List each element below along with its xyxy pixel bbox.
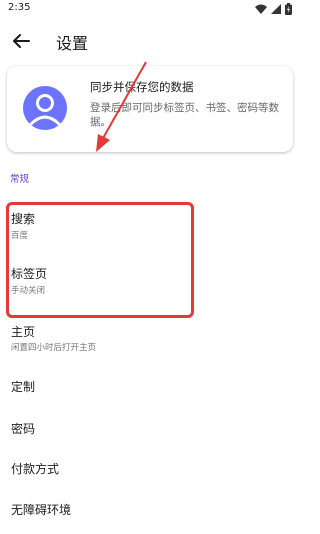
account-sync-card[interactable]: 同步并保存您的数据 登录后即可同步标签页、书签、密码等数据。 xyxy=(7,66,293,152)
item-label: 付款方式 xyxy=(11,462,60,476)
item-label: 无障碍环境 xyxy=(11,503,72,517)
section-header-general: 常规 xyxy=(10,174,30,185)
back-button[interactable] xyxy=(10,30,32,52)
item-label: 密码 xyxy=(11,422,36,436)
app-bar: 设置 xyxy=(0,22,300,60)
back-arrow-icon xyxy=(13,34,30,48)
status-bar: 2:35 xyxy=(0,0,300,20)
wifi-icon xyxy=(255,4,267,14)
card-description: 登录后即可同步标签页、书签、密码等数据。 xyxy=(90,102,279,128)
page-title: 设置 xyxy=(56,34,89,53)
avatar-icon xyxy=(23,86,67,130)
settings-item-passwords[interactable]: 密码 xyxy=(0,416,300,446)
highlight-box xyxy=(6,202,194,318)
settings-item-customize[interactable]: 定制 xyxy=(0,374,300,404)
status-icons xyxy=(255,3,292,15)
settings-item-payment-methods[interactable]: 付款方式 xyxy=(0,456,300,486)
item-label: 主页 xyxy=(11,325,36,339)
settings-item-accessibility[interactable]: 无障碍环境 xyxy=(0,497,300,527)
status-time: 2:35 xyxy=(8,2,31,13)
item-label: 定制 xyxy=(11,380,36,394)
item-sub: 闲置四小时后打开主页 xyxy=(11,343,97,353)
settings-item-homepage[interactable]: 主页 闲置四小时后打开主页 xyxy=(0,318,300,358)
battery-icon xyxy=(285,3,292,15)
signal-icon xyxy=(271,4,281,14)
card-title: 同步并保存您的数据 xyxy=(90,80,194,94)
